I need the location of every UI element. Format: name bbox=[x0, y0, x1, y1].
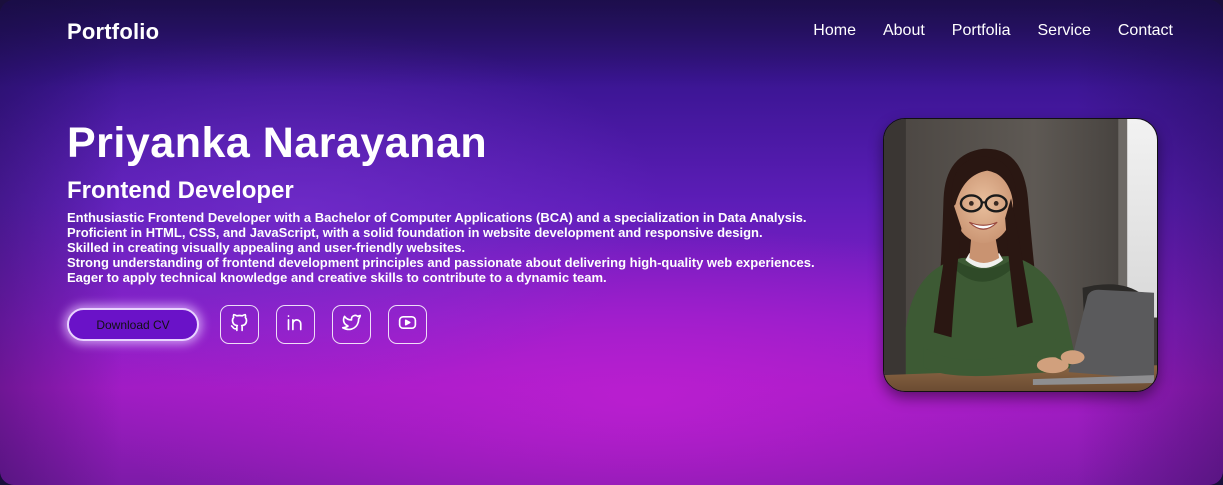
linkedin-icon bbox=[285, 312, 306, 338]
nav-link-service[interactable]: Service bbox=[1038, 22, 1091, 40]
nav-link-home[interactable]: Home bbox=[813, 22, 856, 40]
twitter-icon bbox=[341, 312, 362, 338]
youtube-icon bbox=[397, 312, 418, 338]
logo[interactable]: Portfolio bbox=[67, 19, 159, 45]
profile-photo-illustration bbox=[884, 119, 1157, 391]
hero-role: Frontend Developer bbox=[67, 177, 294, 205]
github-icon bbox=[229, 312, 250, 338]
portfolio-page: Portfolio Home About Portfolia Service C… bbox=[0, 0, 1223, 485]
youtube-link[interactable] bbox=[388, 305, 427, 344]
hero-name: Priyanka Narayanan bbox=[67, 119, 488, 167]
nav-links: Home About Portfolia Service Contact bbox=[813, 22, 1173, 40]
hero-actions: Download CV bbox=[67, 305, 427, 344]
nav-link-contact[interactable]: Contact bbox=[1118, 22, 1173, 40]
description-line: Enthusiastic Frontend Developer with a B… bbox=[67, 210, 807, 226]
description-line: Skilled in creating visually appealing a… bbox=[67, 240, 466, 256]
nav-link-about[interactable]: About bbox=[883, 22, 925, 40]
description-line: Eager to apply technical knowledge and c… bbox=[67, 270, 607, 286]
hero-section: Priyanka Narayanan Frontend Developer En… bbox=[67, 119, 847, 285]
social-links bbox=[220, 305, 427, 344]
download-cv-button[interactable]: Download CV bbox=[67, 308, 199, 341]
hero-description: Enthusiastic Frontend Developer with a B… bbox=[67, 210, 847, 285]
nav-link-portfolio[interactable]: Portfolia bbox=[952, 22, 1011, 40]
navbar: Portfolio Home About Portfolia Service C… bbox=[0, 0, 1223, 64]
description-line: Proficient in HTML, CSS, and JavaScript,… bbox=[67, 225, 763, 241]
github-link[interactable] bbox=[220, 305, 259, 344]
twitter-link[interactable] bbox=[332, 305, 371, 344]
description-line: Strong understanding of frontend develop… bbox=[67, 255, 815, 271]
profile-photo bbox=[883, 118, 1158, 392]
linkedin-link[interactable] bbox=[276, 305, 315, 344]
